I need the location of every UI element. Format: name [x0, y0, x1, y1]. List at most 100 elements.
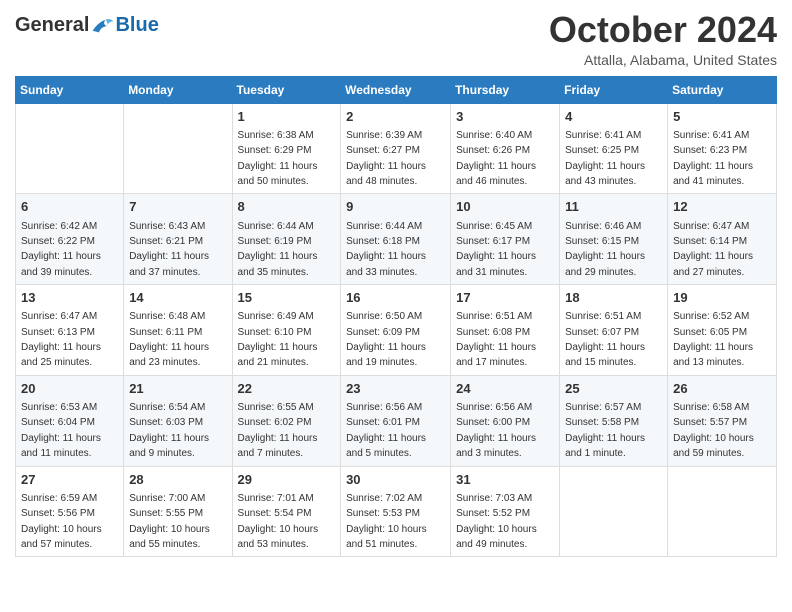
- day-number: 7: [129, 198, 226, 216]
- day-info: Sunrise: 6:59 AM Sunset: 5:56 PM Dayligh…: [21, 493, 102, 550]
- day-number: 3: [456, 108, 554, 126]
- day-cell-1: 1 Sunrise: 6:38 AM Sunset: 6:29 PM Daylig…: [232, 103, 341, 194]
- logo: General Blue: [15, 14, 159, 37]
- location-text: Attalla, Alabama, United States: [549, 52, 777, 68]
- day-cell-19: 19 Sunrise: 6:52 AM Sunset: 6:05 PM Dayli…: [668, 285, 777, 376]
- day-info: Sunrise: 6:42 AM Sunset: 6:22 PM Dayligh…: [21, 221, 101, 278]
- day-info: Sunrise: 6:41 AM Sunset: 6:25 PM Dayligh…: [565, 130, 645, 187]
- weekday-header-friday: Friday: [560, 76, 668, 103]
- day-info: Sunrise: 6:47 AM Sunset: 6:13 PM Dayligh…: [21, 311, 101, 368]
- week-row-1: 1 Sunrise: 6:38 AM Sunset: 6:29 PM Daylig…: [16, 103, 777, 194]
- page-header: General Blue October 2024 Attalla, Alaba…: [15, 10, 777, 68]
- day-cell-7: 7 Sunrise: 6:43 AM Sunset: 6:21 PM Daylig…: [124, 194, 232, 285]
- day-number: 9: [346, 198, 445, 216]
- weekday-header-wednesday: Wednesday: [341, 76, 451, 103]
- day-number: 5: [673, 108, 771, 126]
- day-info: Sunrise: 6:50 AM Sunset: 6:09 PM Dayligh…: [346, 311, 426, 368]
- day-number: 30: [346, 471, 445, 489]
- day-info: Sunrise: 7:01 AM Sunset: 5:54 PM Dayligh…: [238, 493, 319, 550]
- weekday-header-row: SundayMondayTuesdayWednesdayThursdayFrid…: [16, 76, 777, 103]
- day-number: 24: [456, 380, 554, 398]
- day-number: 16: [346, 289, 445, 307]
- day-number: 8: [238, 198, 336, 216]
- day-number: 31: [456, 471, 554, 489]
- day-number: 10: [456, 198, 554, 216]
- day-info: Sunrise: 6:38 AM Sunset: 6:29 PM Dayligh…: [238, 130, 318, 187]
- day-number: 6: [21, 198, 118, 216]
- day-info: Sunrise: 6:57 AM Sunset: 5:58 PM Dayligh…: [565, 402, 645, 459]
- day-info: Sunrise: 6:47 AM Sunset: 6:14 PM Dayligh…: [673, 221, 753, 278]
- day-cell-12: 12 Sunrise: 6:47 AM Sunset: 6:14 PM Dayli…: [668, 194, 777, 285]
- day-number: 21: [129, 380, 226, 398]
- day-number: 11: [565, 198, 662, 216]
- day-info: Sunrise: 6:54 AM Sunset: 6:03 PM Dayligh…: [129, 402, 209, 459]
- day-info: Sunrise: 6:58 AM Sunset: 5:57 PM Dayligh…: [673, 402, 754, 459]
- day-info: Sunrise: 7:00 AM Sunset: 5:55 PM Dayligh…: [129, 493, 210, 550]
- day-cell-30: 30 Sunrise: 7:02 AM Sunset: 5:53 PM Dayli…: [341, 466, 451, 557]
- empty-cell: [560, 466, 668, 557]
- day-info: Sunrise: 6:41 AM Sunset: 6:23 PM Dayligh…: [673, 130, 753, 187]
- title-block: October 2024 Attalla, Alabama, United St…: [549, 10, 777, 68]
- day-info: Sunrise: 7:02 AM Sunset: 5:53 PM Dayligh…: [346, 493, 427, 550]
- day-cell-10: 10Sunrise: 6:45 AM Sunset: 6:17 PM Dayli…: [451, 194, 560, 285]
- day-info: Sunrise: 6:40 AM Sunset: 6:26 PM Dayligh…: [456, 130, 536, 187]
- day-info: Sunrise: 6:43 AM Sunset: 6:21 PM Dayligh…: [129, 221, 209, 278]
- day-info: Sunrise: 6:53 AM Sunset: 6:04 PM Dayligh…: [21, 402, 101, 459]
- empty-cell: [16, 103, 124, 194]
- day-cell-15: 15 Sunrise: 6:49 AM Sunset: 6:10 PM Dayli…: [232, 285, 341, 376]
- day-info: Sunrise: 6:44 AM Sunset: 6:19 PM Dayligh…: [238, 221, 318, 278]
- day-info: Sunrise: 6:55 AM Sunset: 6:02 PM Dayligh…: [238, 402, 318, 459]
- month-title: October 2024: [549, 10, 777, 50]
- day-number: 17: [456, 289, 554, 307]
- day-cell-17: 17 Sunrise: 6:51 AM Sunset: 6:08 PM Dayli…: [451, 285, 560, 376]
- day-number: 18: [565, 289, 662, 307]
- day-cell-21: 21 Sunrise: 6:54 AM Sunset: 6:03 PM Dayli…: [124, 375, 232, 466]
- day-info: Sunrise: 7:03 AM Sunset: 5:52 PM Dayligh…: [456, 493, 537, 550]
- day-cell-5: 5 Sunrise: 6:41 AM Sunset: 6:23 PM Daylig…: [668, 103, 777, 194]
- day-cell-6: 6 Sunrise: 6:42 AM Sunset: 6:22 PM Daylig…: [16, 194, 124, 285]
- day-number: 14: [129, 289, 226, 307]
- day-cell-31: 31 Sunrise: 7:03 AM Sunset: 5:52 PM Dayli…: [451, 466, 560, 557]
- day-number: 20: [21, 380, 118, 398]
- week-row-3: 13Sunrise: 6:47 AM Sunset: 6:13 PM Dayli…: [16, 285, 777, 376]
- logo-bird-icon: [91, 16, 115, 36]
- day-number: 26: [673, 380, 771, 398]
- weekday-header-sunday: Sunday: [16, 76, 124, 103]
- day-cell-20: 20 Sunrise: 6:53 AM Sunset: 6:04 PM Dayli…: [16, 375, 124, 466]
- logo-general-text: General: [15, 14, 89, 37]
- day-info: Sunrise: 6:39 AM Sunset: 6:27 PM Dayligh…: [346, 130, 426, 187]
- week-row-2: 6 Sunrise: 6:42 AM Sunset: 6:22 PM Daylig…: [16, 194, 777, 285]
- day-cell-18: 18 Sunrise: 6:51 AM Sunset: 6:07 PM Dayli…: [560, 285, 668, 376]
- weekday-header-tuesday: Tuesday: [232, 76, 341, 103]
- day-number: 25: [565, 380, 662, 398]
- day-info: Sunrise: 6:49 AM Sunset: 6:10 PM Dayligh…: [238, 311, 318, 368]
- day-number: 15: [238, 289, 336, 307]
- day-cell-11: 11Sunrise: 6:46 AM Sunset: 6:15 PM Dayli…: [560, 194, 668, 285]
- weekday-header-saturday: Saturday: [668, 76, 777, 103]
- day-number: 1: [238, 108, 336, 126]
- day-cell-29: 29 Sunrise: 7:01 AM Sunset: 5:54 PM Dayli…: [232, 466, 341, 557]
- day-info: Sunrise: 6:52 AM Sunset: 6:05 PM Dayligh…: [673, 311, 753, 368]
- week-row-4: 20 Sunrise: 6:53 AM Sunset: 6:04 PM Dayli…: [16, 375, 777, 466]
- day-cell-23: 23Sunrise: 6:56 AM Sunset: 6:01 PM Dayli…: [341, 375, 451, 466]
- day-cell-28: 28Sunrise: 7:00 AM Sunset: 5:55 PM Dayli…: [124, 466, 232, 557]
- day-number: 4: [565, 108, 662, 126]
- day-info: Sunrise: 6:48 AM Sunset: 6:11 PM Dayligh…: [129, 311, 209, 368]
- day-number: 29: [238, 471, 336, 489]
- day-info: Sunrise: 6:56 AM Sunset: 6:01 PM Dayligh…: [346, 402, 426, 459]
- day-cell-9: 9 Sunrise: 6:44 AM Sunset: 6:18 PM Daylig…: [341, 194, 451, 285]
- day-cell-27: 27 Sunrise: 6:59 AM Sunset: 5:56 PM Dayli…: [16, 466, 124, 557]
- day-number: 12: [673, 198, 771, 216]
- day-cell-16: 16 Sunrise: 6:50 AM Sunset: 6:09 PM Dayli…: [341, 285, 451, 376]
- calendar-table: SundayMondayTuesdayWednesdayThursdayFrid…: [15, 76, 777, 558]
- day-number: 19: [673, 289, 771, 307]
- day-number: 27: [21, 471, 118, 489]
- day-info: Sunrise: 6:51 AM Sunset: 6:08 PM Dayligh…: [456, 311, 536, 368]
- logo-blue-text: Blue: [115, 14, 158, 37]
- day-cell-2: 2 Sunrise: 6:39 AM Sunset: 6:27 PM Daylig…: [341, 103, 451, 194]
- empty-cell: [668, 466, 777, 557]
- day-info: Sunrise: 6:44 AM Sunset: 6:18 PM Dayligh…: [346, 221, 426, 278]
- day-number: 2: [346, 108, 445, 126]
- day-cell-4: 4 Sunrise: 6:41 AM Sunset: 6:25 PM Daylig…: [560, 103, 668, 194]
- day-info: Sunrise: 6:51 AM Sunset: 6:07 PM Dayligh…: [565, 311, 645, 368]
